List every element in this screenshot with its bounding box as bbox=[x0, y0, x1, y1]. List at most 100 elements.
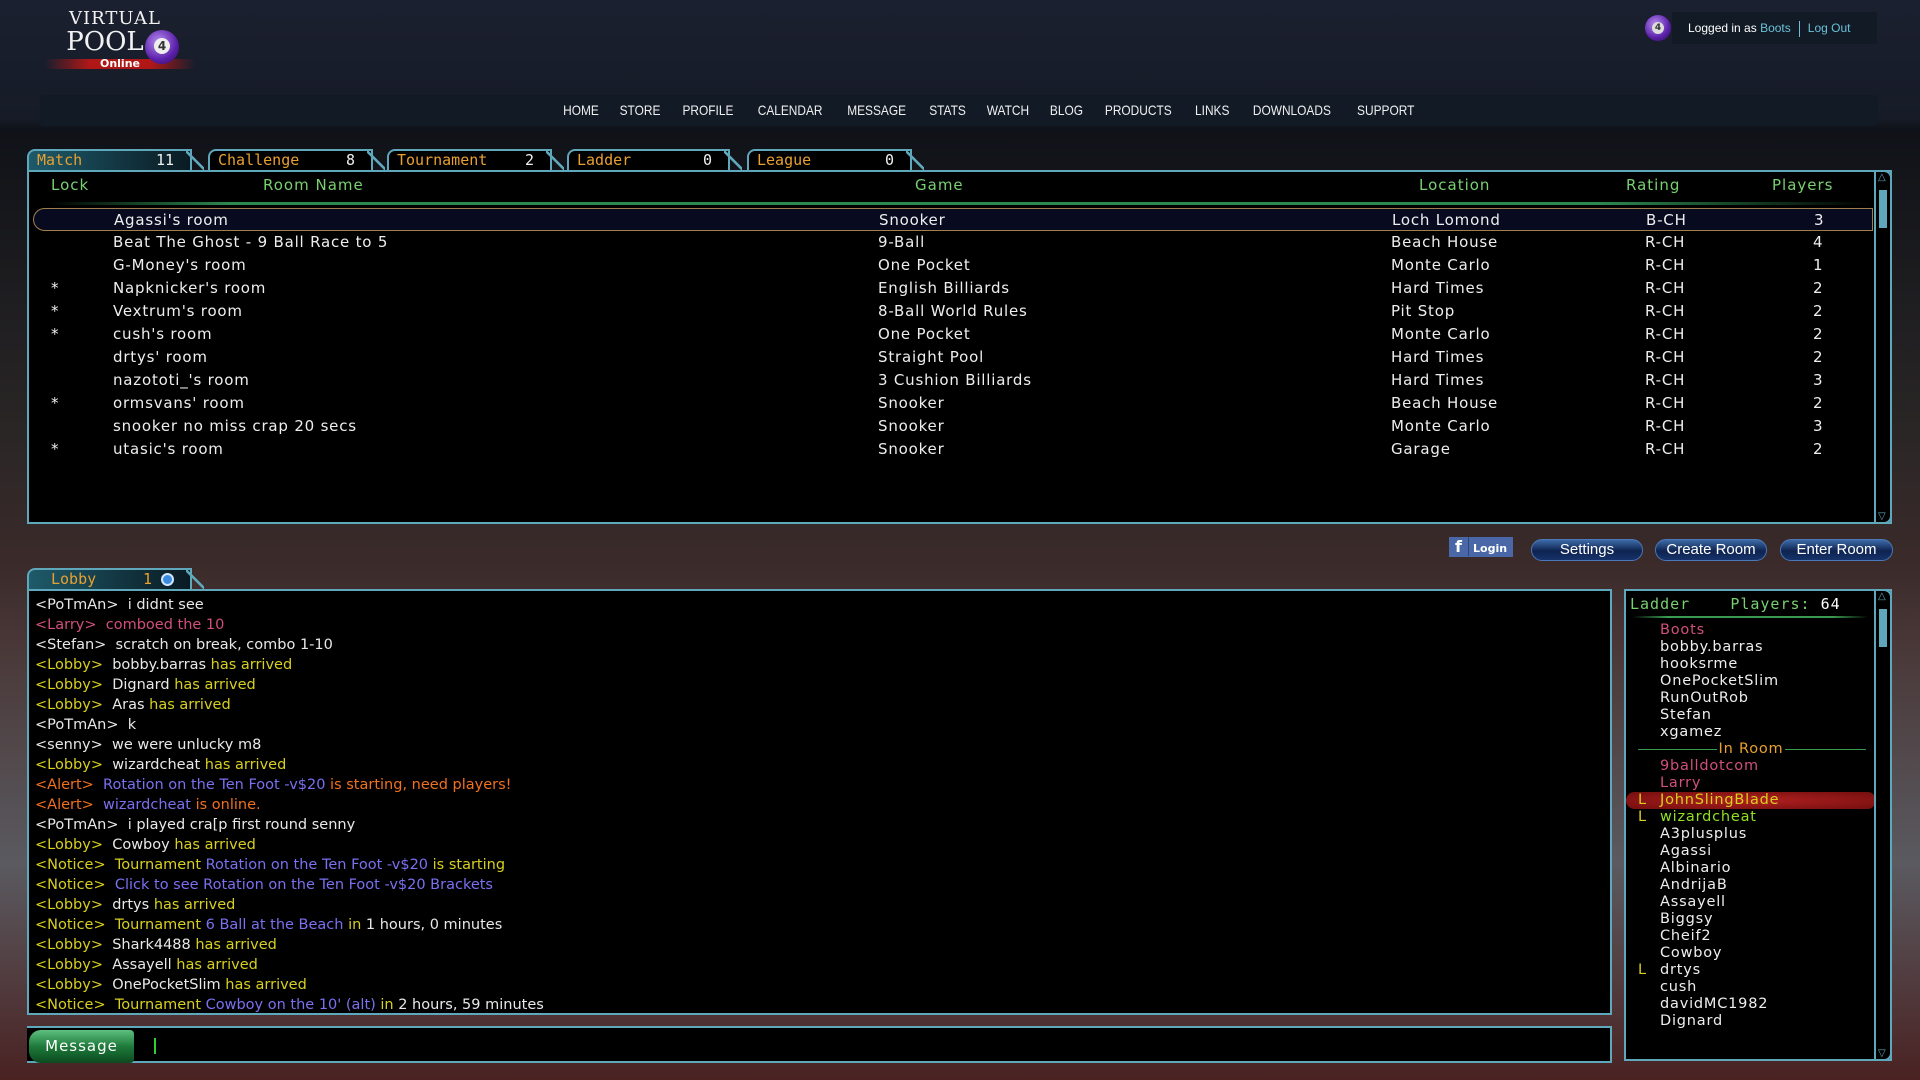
player-item[interactable]: hooksrme bbox=[1626, 656, 1876, 673]
nav-profile[interactable]: PROFILE bbox=[677, 95, 740, 126]
player-item[interactable]: Agassi bbox=[1626, 843, 1876, 860]
scroll-down-icon[interactable]: ▽ bbox=[1878, 1048, 1886, 1059]
eye-icon[interactable] bbox=[161, 573, 174, 586]
player-item[interactable]: Biggsy bbox=[1626, 911, 1876, 928]
cell-location: Hard Times bbox=[1391, 371, 1485, 389]
message-button[interactable]: Message bbox=[29, 1030, 134, 1063]
username-link[interactable]: Boots bbox=[1760, 21, 1791, 35]
nav-home[interactable]: HOME bbox=[558, 95, 606, 126]
player-item[interactable]: Boots bbox=[1626, 622, 1876, 639]
nav-stats[interactable]: STATS bbox=[923, 95, 971, 126]
player-name: bobby.barras bbox=[1660, 639, 1764, 655]
cell-rating: R-CH bbox=[1645, 348, 1686, 366]
room-list-scrollbar[interactable]: △ ▽ bbox=[1874, 170, 1892, 524]
settings-button[interactable]: Settings bbox=[1531, 539, 1643, 561]
player-item[interactable]: Dignard bbox=[1626, 1013, 1876, 1030]
player-item[interactable]: Lwizardcheat bbox=[1626, 809, 1876, 826]
scroll-down-icon[interactable]: ▽ bbox=[1878, 511, 1886, 522]
nav-downloads[interactable]: DOWNLOADS bbox=[1247, 95, 1337, 126]
table-row[interactable]: * utasic's room Snooker Garage R-CH 2 bbox=[33, 438, 1873, 461]
cell-players: 2 bbox=[1813, 394, 1824, 412]
player-item[interactable]: Cheif2 bbox=[1626, 928, 1876, 945]
player-item[interactable]: 9balldotcom bbox=[1626, 758, 1876, 775]
player-item[interactable]: Assayell bbox=[1626, 894, 1876, 911]
create-room-button[interactable]: Create Room bbox=[1655, 539, 1767, 561]
tab-tournament[interactable]: Tournament 2 bbox=[387, 149, 564, 172]
player-item[interactable]: L JohnSlingBlade bbox=[1626, 792, 1876, 809]
player-item[interactable]: OnePocketSlim bbox=[1626, 673, 1876, 690]
col-game[interactable]: Game bbox=[915, 176, 964, 194]
player-item[interactable]: RunOutRob bbox=[1626, 690, 1876, 707]
chat-text[interactable]: 6 Ball at the Beach bbox=[206, 917, 344, 933]
message-input[interactable] bbox=[154, 1038, 156, 1054]
nav-message[interactable]: MESSAGE bbox=[842, 95, 913, 126]
ball-number: 4 bbox=[154, 38, 170, 54]
player-item[interactable]: AndrijaB bbox=[1626, 877, 1876, 894]
scroll-up-icon[interactable]: △ bbox=[1878, 591, 1886, 602]
nav-support[interactable]: SUPPORT bbox=[1351, 95, 1420, 126]
player-item[interactable]: cush bbox=[1626, 979, 1876, 996]
chat-text[interactable]: Rotation on the Ten Foot -v$20 bbox=[206, 857, 428, 873]
col-rating[interactable]: Rating bbox=[1626, 176, 1680, 194]
table-row[interactable]: * ormsvans' room Snooker Beach House R-CH 2 bbox=[33, 392, 1873, 415]
player-name: Assayell bbox=[1660, 894, 1726, 910]
table-row[interactable]: * Vextrum's room 8-Ball World Rules Pit Sto… bbox=[33, 300, 1873, 323]
cell-game: Snooker bbox=[878, 394, 945, 412]
nav-products[interactable]: PRODUCTS bbox=[1099, 95, 1178, 126]
chat-text[interactable]: Cowboy on the 10' (alt) bbox=[206, 997, 376, 1013]
table-row[interactable]: Agassi's room Snooker Loch Lomond B-CH 3 bbox=[33, 208, 1873, 231]
table-row[interactable]: Beat The Ghost - 9 Ball Race to 5 9-Ball B… bbox=[33, 231, 1873, 254]
chat-text[interactable]: Click to see Rotation on the Ten Foot -v… bbox=[115, 877, 493, 893]
scroll-up-icon[interactable]: △ bbox=[1878, 172, 1886, 183]
player-name: Albinario bbox=[1660, 860, 1732, 876]
tab-challenge[interactable]: Challenge 8 bbox=[208, 149, 385, 172]
table-row[interactable]: * cush's room One Pocket Monte Carlo R-CH 2 bbox=[33, 323, 1873, 346]
player-item[interactable]: Larry bbox=[1626, 775, 1876, 792]
col-lock[interactable]: Lock bbox=[51, 176, 89, 194]
nav-blog[interactable]: BLOG bbox=[1043, 95, 1088, 126]
player-list-scrollbar[interactable]: △ ▽ bbox=[1874, 589, 1892, 1061]
table-row[interactable]: G-Money's room One Pocket Monte Carlo R-CH 1 bbox=[33, 254, 1873, 277]
nav-calendar[interactable]: CALENDAR bbox=[752, 95, 829, 126]
table-row[interactable]: * Napknicker's room English Billiards Hard … bbox=[33, 277, 1873, 300]
player-item[interactable]: bobby.barras bbox=[1626, 639, 1876, 656]
col-location[interactable]: Location bbox=[1419, 176, 1490, 194]
tab-label: Match bbox=[37, 151, 83, 169]
player-item[interactable]: Stefan bbox=[1626, 707, 1876, 724]
tab-ladder[interactable]: Ladder 0 bbox=[567, 149, 742, 172]
player-item[interactable]: Albinario bbox=[1626, 860, 1876, 877]
nav-links[interactable]: LINKS bbox=[1189, 95, 1235, 126]
chat-text: scratch on break, combo 1-10 bbox=[115, 637, 333, 653]
chat-text: 1 hours, 0 minutes bbox=[365, 917, 503, 933]
player-name: AndrijaB bbox=[1660, 877, 1728, 893]
nav-store[interactable]: STORE bbox=[614, 95, 667, 126]
col-room-name[interactable]: Room Name bbox=[263, 176, 364, 194]
logo[interactable]: Virtual Pool 4 Online bbox=[45, 8, 195, 84]
table-row[interactable]: snooker no miss crap 20 secs Snooker Monte… bbox=[33, 415, 1873, 438]
scroll-thumb[interactable] bbox=[1879, 190, 1887, 228]
player-item[interactable]: davidMC1982 bbox=[1626, 996, 1876, 1013]
logout-link[interactable]: Log Out bbox=[1808, 21, 1851, 35]
chat-text: has arrived bbox=[204, 757, 287, 773]
tab-match[interactable]: Match 11 bbox=[27, 149, 204, 172]
player-item[interactable]: Cowboy bbox=[1626, 945, 1876, 962]
player-item[interactable]: Ldrtys bbox=[1626, 962, 1876, 979]
facebook-login-button[interactable]: f Login bbox=[1449, 537, 1513, 557]
scroll-thumb[interactable] bbox=[1879, 609, 1887, 647]
nav-watch[interactable]: WATCH bbox=[981, 95, 1035, 126]
player-item[interactable]: xgamez bbox=[1626, 724, 1876, 741]
enter-room-button[interactable]: Enter Room bbox=[1780, 539, 1893, 561]
tab-league[interactable]: League 0 bbox=[747, 149, 924, 172]
player-name: davidMC1982 bbox=[1660, 996, 1769, 1012]
col-players[interactable]: Players bbox=[1772, 176, 1834, 194]
chat-text[interactable]: wizardcheat bbox=[103, 797, 191, 813]
player-item[interactable]: A3plusplus bbox=[1626, 826, 1876, 843]
lobby-tab[interactable]: Lobby 1 bbox=[27, 568, 204, 591]
chat-sender: <Alert> bbox=[35, 797, 104, 813]
chat-text[interactable]: Rotation on the Ten Foot -v$20 bbox=[103, 777, 325, 793]
chat-sender: <Lobby> bbox=[35, 677, 113, 693]
chat-sender: <Lobby> bbox=[35, 837, 113, 853]
cell-game: One Pocket bbox=[878, 325, 971, 343]
table-row[interactable]: drtys' room Straight Pool Hard Times R-CH 2 bbox=[33, 346, 1873, 369]
table-row[interactable]: nazototi_'s room 3 Cushion Billiards Hard … bbox=[33, 369, 1873, 392]
